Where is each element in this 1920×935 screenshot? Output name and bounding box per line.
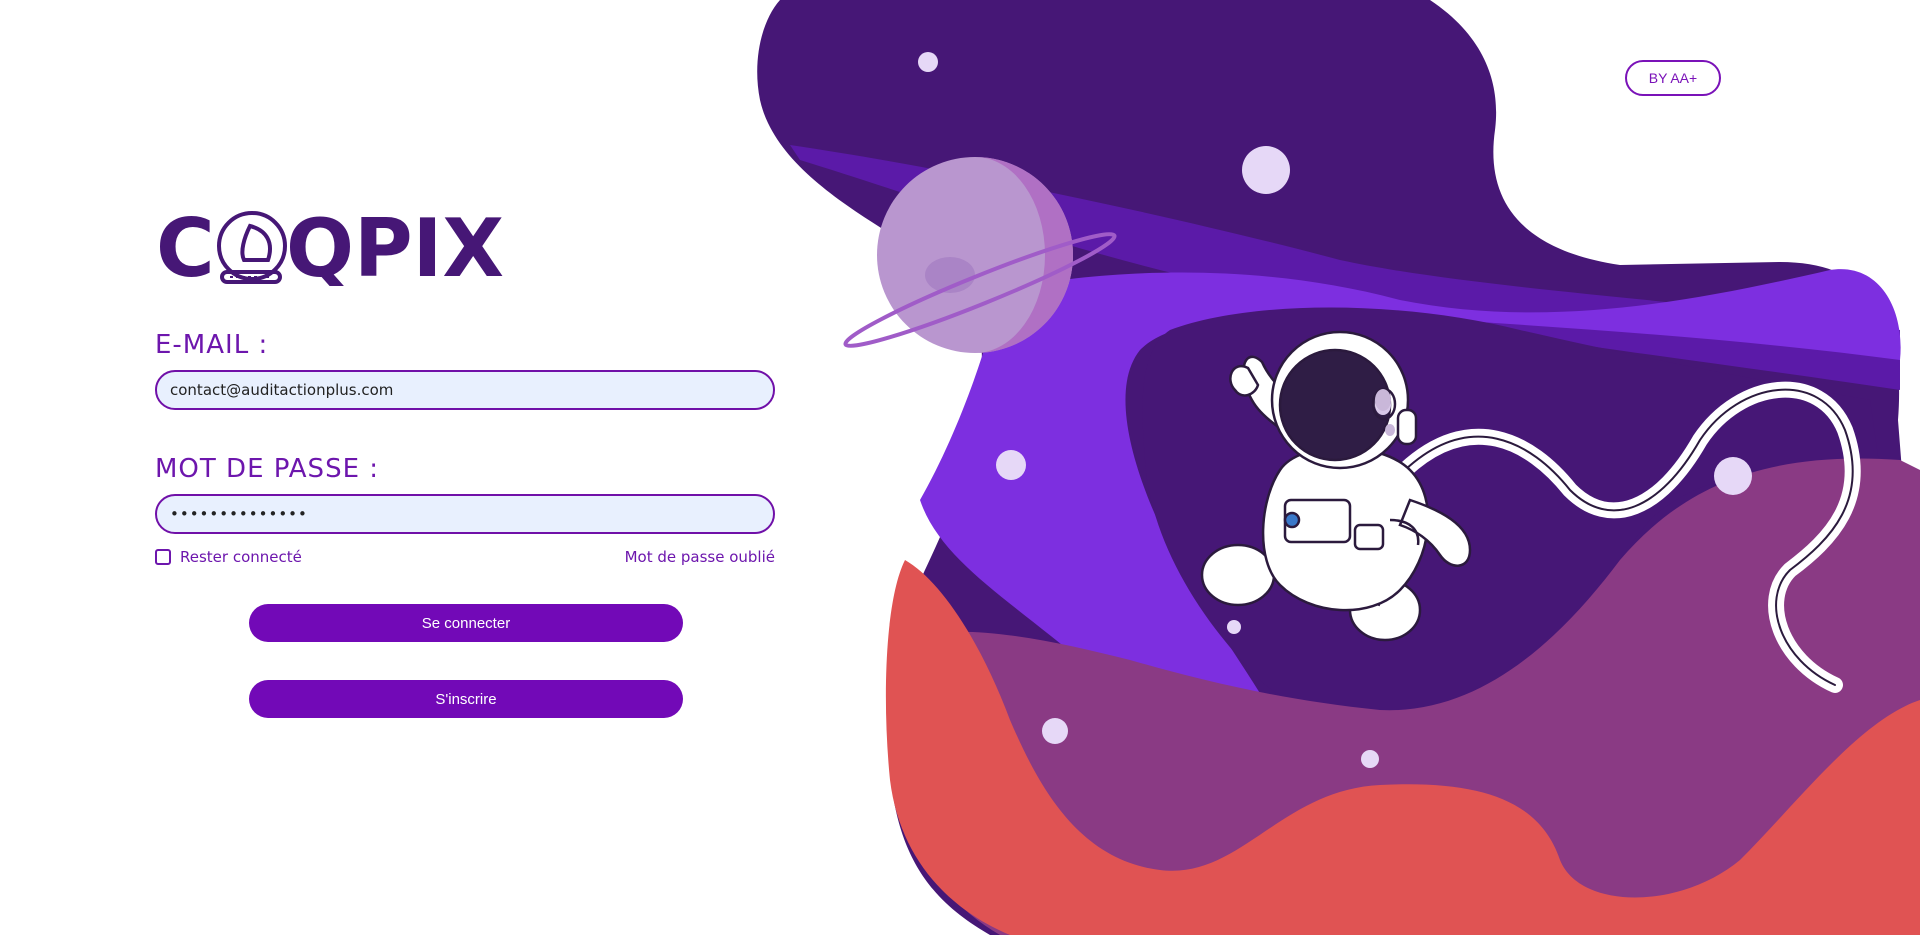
login-button[interactable]: Se connecter	[249, 604, 683, 642]
email-label: E-MAIL :	[155, 330, 269, 360]
options-row: Rester connecté Mot de passe oublié	[155, 548, 775, 566]
svg-text:C: C	[156, 208, 215, 286]
password-field[interactable]	[155, 494, 775, 534]
forgot-password-link[interactable]: Mot de passe oublié	[625, 548, 775, 566]
coqpix-logo: C QPIX	[156, 208, 504, 286]
login-form: E-MAIL : MOT DE PASSE : Rester connecté …	[155, 330, 775, 718]
svg-text:QPIX: QPIX	[286, 208, 504, 286]
signup-button[interactable]: S'inscrire	[249, 680, 683, 718]
login-page: BY AA+ C QPIX E-MAIL : MOT DE PASSE : Re…	[0, 0, 1920, 935]
by-aa-plus-button[interactable]: BY AA+	[1625, 60, 1721, 96]
email-field[interactable]	[155, 370, 775, 410]
remember-me-checkbox[interactable]: Rester connecté	[155, 548, 302, 566]
helmet-logo-icon	[217, 211, 287, 284]
remember-me-label: Rester connecté	[180, 548, 302, 566]
checkbox-icon[interactable]	[155, 549, 171, 565]
password-label: MOT DE PASSE :	[155, 454, 380, 484]
